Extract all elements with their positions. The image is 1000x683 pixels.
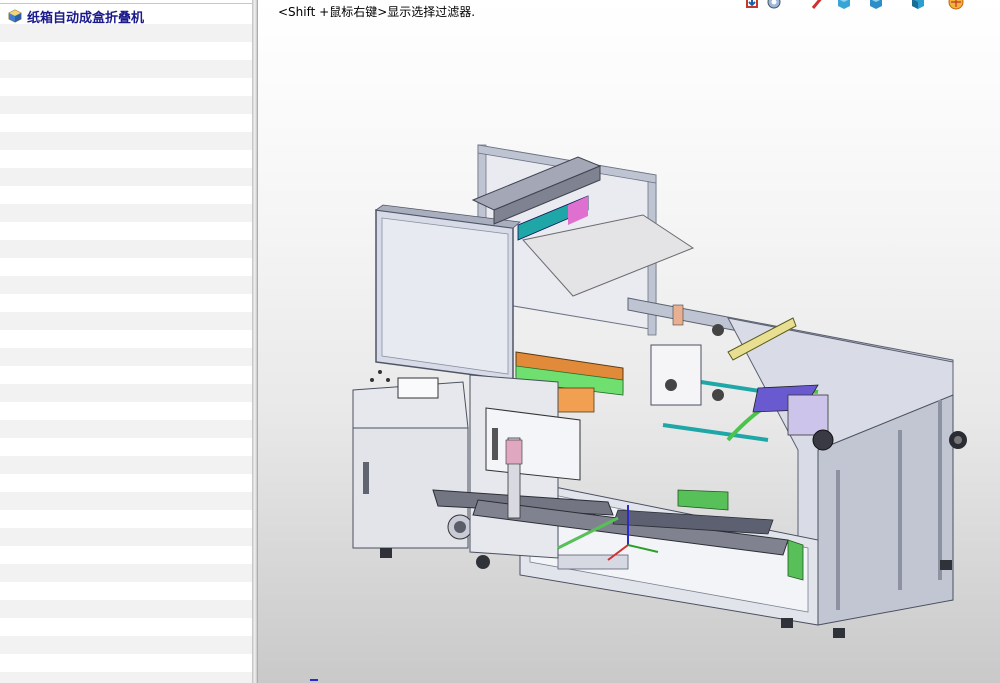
tree-divider	[0, 3, 252, 4]
handwheel	[949, 431, 967, 449]
tree-empty-row	[0, 618, 252, 636]
tree-empty-row	[0, 510, 252, 528]
tree-root-item[interactable]: 纸箱自动成盒折叠机	[8, 8, 145, 25]
tree-empty-row	[0, 456, 252, 474]
tree-empty-row	[0, 654, 252, 672]
assembly-icon	[8, 9, 22, 23]
tree-empty-row	[0, 258, 252, 276]
tree-empty-row	[0, 420, 252, 438]
tree-empty-row	[0, 42, 252, 60]
control-cabinet	[352, 370, 473, 549]
tree-empty-row	[0, 402, 252, 420]
tree-empty-row	[0, 150, 252, 168]
feature-tree-panel: 纸箱自动成盒折叠机	[0, 0, 252, 683]
tree-empty-row	[0, 438, 252, 456]
tree-empty-row	[0, 96, 252, 114]
tree-empty-row	[0, 474, 252, 492]
3d-model[interactable]	[258, 0, 1000, 683]
tree-empty-row	[0, 222, 252, 240]
tree-empty-row	[0, 384, 252, 402]
tree-empty-row	[0, 348, 252, 366]
tree-empty-row	[0, 168, 252, 186]
tree-empty-row	[0, 528, 252, 546]
tree-empty-row	[0, 546, 252, 564]
tree-empty-row	[0, 582, 252, 600]
tree-empty-row	[0, 492, 252, 510]
tree-empty-row	[0, 366, 252, 384]
tree-empty-row	[0, 60, 252, 78]
tree-empty-row	[0, 204, 252, 222]
tree-empty-row	[0, 132, 252, 150]
graphics-viewport[interactable]: <Shift +鼠标右键>显示选择过滤器.	[258, 0, 1000, 683]
tree-empty-row	[0, 672, 252, 683]
tree-empty-row	[0, 294, 252, 312]
tree-empty-row	[0, 24, 252, 42]
tree-empty-row	[0, 78, 252, 96]
tree-empty-row	[0, 114, 252, 132]
tree-empty-row	[0, 330, 252, 348]
tree-empty-row	[0, 600, 252, 618]
tree-empty-row	[0, 312, 252, 330]
view-triad-corner	[310, 679, 318, 681]
tree-root-label: 纸箱自动成盒折叠机	[27, 9, 145, 25]
tree-empty-row	[0, 636, 252, 654]
left-guard-panel	[374, 204, 521, 381]
tree-empty-row	[0, 276, 252, 294]
tree-empty-row	[0, 186, 252, 204]
tree-empty-row	[0, 240, 252, 258]
tree-empty-row	[0, 564, 252, 582]
